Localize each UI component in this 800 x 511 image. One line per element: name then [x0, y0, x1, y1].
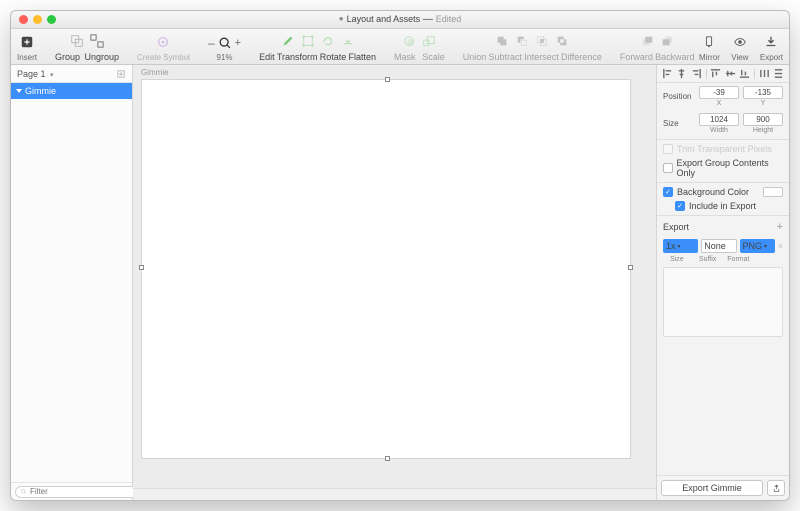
export-suffix-input[interactable]: None [701, 239, 736, 253]
filter-input[interactable] [30, 487, 140, 496]
flatten-button[interactable] [338, 31, 358, 51]
distribute-v-icon[interactable] [773, 68, 784, 79]
zoom-out-button[interactable]: – [208, 36, 215, 50]
group-button[interactable] [67, 31, 87, 51]
export-format-select[interactable]: PNG▾ [740, 239, 775, 253]
resize-handle-right[interactable] [628, 265, 633, 270]
layer-filter-field[interactable] [15, 486, 145, 498]
zoom-icon [218, 36, 232, 50]
body: Page 1 ▾ Gimmie 1 Gimmie [11, 65, 789, 500]
transform-button[interactable] [298, 31, 318, 51]
export-preview [663, 267, 783, 337]
distribute-h-icon[interactable] [759, 68, 770, 79]
size-label: Size [663, 119, 695, 128]
export-section-label: Export [663, 222, 689, 232]
forward-button[interactable] [637, 31, 657, 51]
backward-button[interactable] [657, 31, 677, 51]
include-export-checkbox[interactable]: ✓ [675, 201, 685, 211]
add-export-button[interactable]: + [777, 221, 783, 233]
page-add-icon[interactable] [116, 69, 126, 79]
y-input[interactable] [743, 86, 783, 99]
align-controls [657, 65, 789, 83]
page-selector[interactable]: Page 1 ▾ [11, 65, 132, 83]
layers-sidebar: Page 1 ▾ Gimmie 1 [11, 65, 133, 500]
intersect-button[interactable] [532, 31, 552, 51]
height-input[interactable] [743, 113, 783, 126]
align-top-icon[interactable] [710, 68, 721, 79]
edit-button[interactable] [278, 31, 298, 51]
bgcolor-checkbox[interactable]: ✓ [663, 187, 673, 197]
search-icon [20, 488, 27, 495]
bgcolor-swatch[interactable] [763, 187, 783, 197]
horizontal-scrollbar[interactable] [133, 488, 656, 500]
inspector: Position X Y Size Width Height Trim Tran… [656, 65, 789, 500]
sidebar-footer: 1 [11, 482, 132, 500]
scale-button[interactable] [419, 31, 439, 51]
export-size-select[interactable]: 1x▾ [663, 239, 698, 253]
titlebar: ●Layout and Assets — Edited [11, 11, 789, 29]
mask-button[interactable] [399, 31, 419, 51]
canvas[interactable]: Gimmie [133, 65, 656, 488]
align-center-v-icon[interactable] [725, 68, 736, 79]
align-center-h-icon[interactable] [676, 68, 687, 79]
resize-handle-left[interactable] [139, 265, 144, 270]
artboard-label[interactable]: Gimmie [141, 68, 169, 77]
view-button[interactable] [730, 32, 750, 52]
insert-button[interactable] [17, 32, 37, 52]
toolbar: Insert Group Ungroup Create Symbol – + 9… [11, 29, 789, 65]
resize-handle-bottom[interactable] [385, 456, 390, 461]
resize-handle-top[interactable] [385, 77, 390, 82]
union-button[interactable] [492, 31, 512, 51]
mirror-button[interactable] [699, 32, 719, 52]
export-group-checkbox[interactable] [663, 163, 673, 173]
app-window: ●Layout and Assets — Edited Insert Group… [10, 10, 790, 501]
align-right-icon[interactable] [691, 68, 702, 79]
document-title: ●Layout and Assets — Edited [339, 14, 462, 25]
trim-checkbox[interactable] [663, 144, 673, 154]
zoom-in-button[interactable]: + [235, 37, 241, 49]
width-input[interactable] [699, 113, 739, 126]
export-button[interactable]: Export Gimmie [661, 480, 763, 496]
align-left-icon[interactable] [662, 68, 673, 79]
difference-button[interactable] [552, 31, 572, 51]
ungroup-button[interactable] [87, 31, 107, 51]
remove-export-button[interactable]: × [778, 241, 783, 251]
minimize-window-button[interactable] [33, 15, 42, 24]
zoom-window-button[interactable] [47, 15, 56, 24]
layers-list[interactable] [11, 99, 132, 482]
export-toolbar-button[interactable] [761, 32, 781, 52]
artboard[interactable] [141, 79, 631, 459]
rotate-button[interactable] [318, 31, 338, 51]
disclosure-triangle-icon[interactable] [16, 89, 22, 93]
zoom-value[interactable]: 91% [216, 53, 232, 62]
layer-name: Gimmie [25, 86, 56, 96]
subtract-button[interactable] [512, 31, 532, 51]
create-symbol-button[interactable] [153, 32, 173, 52]
layer-row-selected[interactable]: Gimmie [11, 83, 132, 99]
share-button[interactable] [767, 480, 785, 496]
close-window-button[interactable] [19, 15, 28, 24]
insert-label: Insert [17, 53, 37, 62]
x-input[interactable] [699, 86, 739, 99]
position-label: Position [663, 92, 695, 101]
align-bottom-icon[interactable] [739, 68, 750, 79]
